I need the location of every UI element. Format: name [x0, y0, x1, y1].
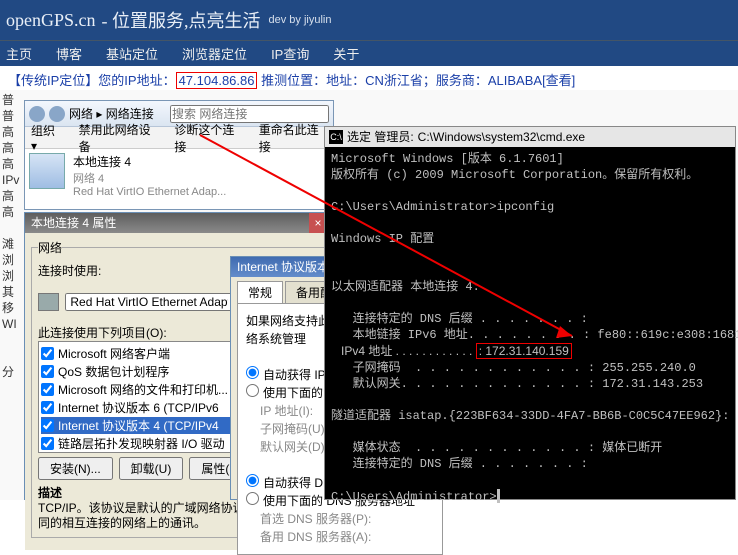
- cmd-title-path: C:\Windows\system32\cmd.exe: [418, 127, 585, 147]
- desc-heading: 描述: [38, 486, 62, 500]
- radio-auto-dns[interactable]: [246, 474, 259, 487]
- props-tab: 网络: [38, 239, 62, 256]
- menu-organize[interactable]: 组织 ▾: [31, 122, 63, 153]
- adapter-select[interactable]: Red Hat VirtIO Ethernet Adapter: [65, 293, 245, 311]
- protocol-checkbox[interactable]: [41, 347, 54, 360]
- protocol-checkbox[interactable]: [41, 419, 54, 432]
- nav-browser[interactable]: 浏览器定位: [182, 44, 247, 63]
- menu-rename[interactable]: 重命名此连接: [259, 121, 327, 155]
- adapter-icon: [38, 293, 59, 311]
- field-dns2: 备用 DNS 服务器(A):: [260, 528, 434, 546]
- connection-adapter: Red Hat VirtIO Ethernet Adap...: [73, 186, 226, 198]
- cmd-window: C:\ 选定 管理员: C:\Windows\system32\cmd.exe …: [324, 126, 736, 500]
- network-connections-window: 网络 ▸ 网络连接 组织 ▾ 禁用此网络设备 诊断这个连接 重命名此连接 本地连…: [24, 100, 334, 210]
- nav-home[interactable]: 主页: [6, 44, 32, 63]
- radio-manual-dns[interactable]: [246, 492, 259, 505]
- ip-result-line: 【传统IP定位】您的IP地址：47.104.86.86 推测位置：地址：CN浙江…: [0, 66, 738, 93]
- forward-icon[interactable]: [49, 106, 65, 122]
- site-dev: dev by jiyulin: [269, 14, 332, 26]
- uninstall-button[interactable]: 卸载(U): [119, 457, 184, 480]
- menu-disable[interactable]: 禁用此网络设备: [79, 121, 159, 155]
- protocol-checkbox[interactable]: [41, 437, 54, 450]
- site-nav: 主页 博客 基站定位 浏览器定位 IP查询 关于: [0, 40, 738, 66]
- nav-blog[interactable]: 博客: [56, 44, 82, 63]
- connection-name: 本地连接 4: [73, 153, 226, 170]
- protocol-checkbox[interactable]: [41, 365, 54, 378]
- site-logo: openGPS.cn: [6, 10, 96, 31]
- menu-diagnose[interactable]: 诊断这个连接: [174, 121, 242, 155]
- site-slogan: - 位置服务,点亮生活: [102, 7, 261, 33]
- connection-item[interactable]: 本地连接 4 网络 4 Red Hat VirtIO Ethernet Adap…: [25, 149, 333, 202]
- explorer-menu: 组织 ▾ 禁用此网络设备 诊断这个连接 重命名此连接: [25, 127, 333, 149]
- protocol-checkbox[interactable]: [41, 383, 54, 396]
- props-title: 本地连接 4 属性: [31, 213, 116, 233]
- tab-general[interactable]: 常规: [237, 281, 283, 303]
- address-crumb[interactable]: 网络 ▸ 网络连接: [69, 105, 154, 122]
- protocol-checkbox[interactable]: [41, 401, 54, 414]
- cmd-title-prefix: 选定 管理员:: [347, 127, 414, 147]
- nav-ip[interactable]: IP查询: [271, 44, 309, 63]
- field-dns1: 首选 DNS 服务器(P):: [260, 510, 434, 528]
- network-adapter-icon: [29, 153, 65, 189]
- left-sidebar-text: 普普高高高IPv高高 滩浏浏其移WI 分: [2, 92, 22, 380]
- site-header: openGPS.cn - 位置服务,点亮生活 dev by jiyulin: [0, 0, 738, 40]
- radio-auto-ip[interactable]: [246, 366, 259, 379]
- cmd-icon: C:\: [329, 130, 343, 144]
- cmd-terminal[interactable]: Microsoft Windows [版本 6.1.7601] 版权所有 (c)…: [325, 147, 735, 509]
- install-button[interactable]: 安装(N)...: [38, 457, 113, 480]
- ip-prefix: 【传统IP定位】您的IP地址：: [8, 73, 176, 88]
- nav-about[interactable]: 关于: [333, 44, 359, 63]
- radio-manual-ip[interactable]: [246, 384, 259, 397]
- connection-net: 网络 4: [73, 170, 226, 186]
- detected-ip: 47.104.86.86: [176, 72, 258, 89]
- ip-location: 推测位置：地址：CN浙江省；服务商：ALIBABA[查看]: [257, 73, 575, 88]
- nav-bts[interactable]: 基站定位: [106, 44, 158, 63]
- back-icon[interactable]: [29, 106, 45, 122]
